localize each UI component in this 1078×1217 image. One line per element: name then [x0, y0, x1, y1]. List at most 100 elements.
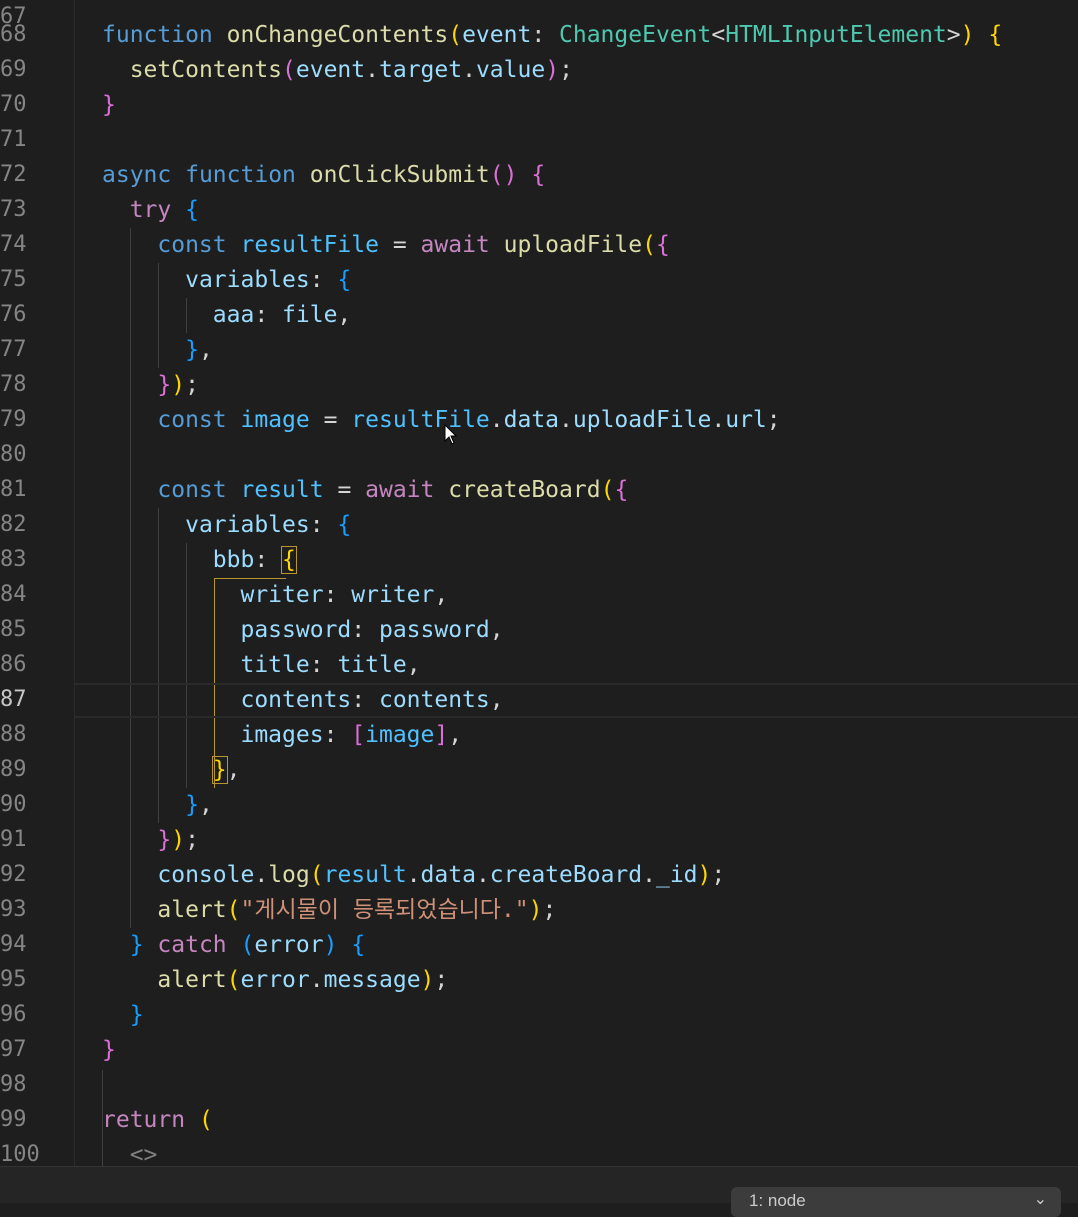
line-number: 98: [0, 1072, 27, 1097]
mouse-pointer-icon: [444, 424, 458, 445]
line-number: 92: [0, 862, 27, 887]
code-line[interactable]: 79 const image = resultFile.data.uploadF…: [0, 403, 1078, 438]
code-text: title: title,: [240, 652, 421, 678]
code-text: }: [102, 92, 116, 118]
line-number: 83: [0, 547, 27, 572]
code-line[interactable]: 89 },: [0, 753, 1078, 788]
code-line[interactable]: 96 }: [0, 998, 1078, 1033]
code-line[interactable]: 82 variables: {: [0, 508, 1078, 543]
line-number: 81: [0, 477, 27, 502]
code-line[interactable]: 90 },: [0, 788, 1078, 823]
code-line[interactable]: 91 });: [0, 823, 1078, 858]
code-line[interactable]: 72 async function onClickSubmit() {: [0, 158, 1078, 193]
line-number: 75: [0, 267, 27, 292]
code-text: contents: contents,: [240, 687, 504, 713]
code-text: const result = await createBoard({: [157, 477, 629, 503]
line-number: 85: [0, 617, 27, 642]
code-text: alert("게시물이 등록되었습니다.");: [157, 897, 557, 923]
code-text: password: password,: [240, 617, 504, 643]
code-text: images: [image],: [240, 722, 463, 748]
code-text: async function onClickSubmit() {: [102, 162, 546, 188]
code-line[interactable]: 76 aaa: file,: [0, 298, 1078, 333]
line-number: 89: [0, 757, 27, 782]
line-number: 68: [0, 22, 27, 47]
code-text: });: [157, 372, 199, 398]
line-number: 100: [0, 1142, 40, 1166]
code-text: return (: [102, 1107, 213, 1133]
line-number: 99: [0, 1107, 27, 1132]
code-line[interactable]: 98: [0, 1068, 1078, 1103]
line-number: 69: [0, 57, 27, 82]
code-text: const resultFile = await uploadFile({: [157, 232, 670, 258]
code-text: alert(error.message);: [157, 967, 449, 993]
line-number: 74: [0, 232, 27, 257]
code-line[interactable]: 92 console.log(result.data.createBoard._…: [0, 858, 1078, 893]
code-line[interactable]: 85 password: password,: [0, 613, 1078, 648]
code-text: setContents(event.target.value);: [129, 57, 573, 83]
line-number: 72: [0, 162, 27, 187]
code-line[interactable]: 69 setContents(event.target.value);: [0, 53, 1078, 88]
code-text: <>: [129, 1142, 158, 1166]
line-number: 80: [0, 442, 27, 467]
code-line-current[interactable]: 87 contents: contents,: [0, 683, 1078, 718]
code-line[interactable]: 70 }: [0, 88, 1078, 123]
line-number: 97: [0, 1037, 27, 1062]
line-number: 73: [0, 197, 27, 222]
code-text: },: [185, 792, 213, 818]
line-number: 78: [0, 372, 27, 397]
line-number: 87: [0, 687, 27, 712]
code-line[interactable]: 73 try {: [0, 193, 1078, 228]
code-line[interactable]: 95 alert(error.message);: [0, 963, 1078, 998]
line-number: 79: [0, 407, 27, 432]
code-line[interactable]: 99 return (: [0, 1103, 1078, 1138]
line-number: 77: [0, 337, 27, 362]
code-text: variables: {: [185, 512, 352, 538]
line-number: 96: [0, 1002, 27, 1027]
code-line[interactable]: 68 function onChangeContents(event: Chan…: [0, 18, 1078, 53]
code-line[interactable]: 100 <>: [0, 1138, 1078, 1166]
line-number: 90: [0, 792, 27, 817]
code-text: bbb: {: [212, 546, 297, 574]
code-text: try {: [129, 197, 199, 223]
line-number: 94: [0, 932, 27, 957]
code-line[interactable]: 75 variables: {: [0, 263, 1078, 298]
code-text: }: [129, 1002, 144, 1028]
terminal-select[interactable]: 1: node ⌄: [731, 1187, 1061, 1217]
code-line[interactable]: 86 title: title,: [0, 648, 1078, 683]
code-line[interactable]: 80: [0, 438, 1078, 473]
code-line[interactable]: 77 },: [0, 333, 1078, 368]
code-line[interactable]: 88 images: [image],: [0, 718, 1078, 753]
line-number: 76: [0, 302, 27, 327]
code-text: }: [102, 1037, 116, 1063]
code-line[interactable]: 97 }: [0, 1033, 1078, 1068]
line-number: 82: [0, 512, 27, 537]
code-text: function onChangeContents(event: ChangeE…: [102, 22, 1003, 48]
code-text: aaa: file,: [212, 302, 352, 328]
code-text: });: [157, 827, 199, 853]
code-line[interactable]: 94 } catch (error) {: [0, 928, 1078, 963]
line-number: 71: [0, 127, 27, 152]
line-number: 70: [0, 92, 27, 117]
terminal-panel-bar: 1: node ⌄: [0, 1166, 1078, 1217]
code-text: writer: writer,: [240, 582, 449, 608]
line-number: 91: [0, 827, 27, 852]
code-editor[interactable]: 67 68 function onChangeContents(event: C…: [0, 0, 1078, 1166]
code-text: } catch (error) {: [129, 932, 366, 958]
line-number: 95: [0, 967, 27, 992]
line-number: 86: [0, 652, 27, 677]
code-line[interactable]: 78 });: [0, 368, 1078, 403]
chevron-down-icon: ⌄: [1033, 1191, 1047, 1208]
code-text: },: [211, 756, 241, 784]
code-line[interactable]: 74 const resultFile = await uploadFile({: [0, 228, 1078, 263]
code-line[interactable]: 93 alert("게시물이 등록되었습니다.");: [0, 893, 1078, 928]
code-line[interactable]: 83 bbb: {: [0, 543, 1078, 578]
code-line[interactable]: 84 writer: writer,: [0, 578, 1078, 613]
line-number: 88: [0, 722, 27, 747]
code-line[interactable]: 71: [0, 123, 1078, 158]
code-text: },: [185, 337, 213, 363]
code-text: const image = resultFile.data.uploadFile…: [157, 407, 781, 433]
code-text: variables: {: [185, 267, 352, 293]
line-number: 84: [0, 582, 27, 607]
terminal-tab-label: 1: node: [749, 1191, 806, 1210]
code-line[interactable]: 81 const result = await createBoard({: [0, 473, 1078, 508]
